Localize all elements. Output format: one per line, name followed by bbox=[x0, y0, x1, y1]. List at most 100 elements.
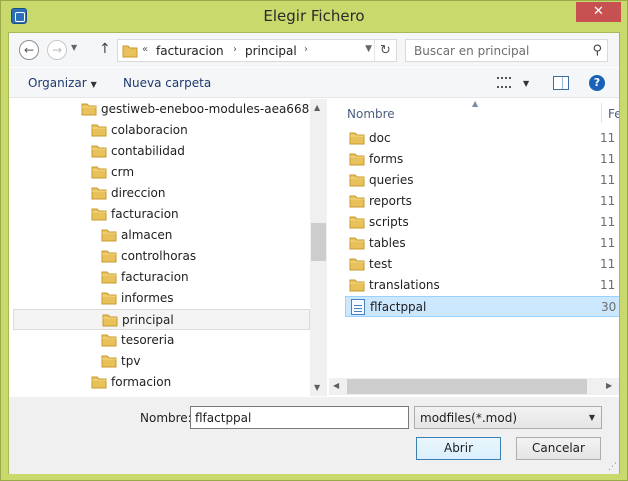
column-divider[interactable] bbox=[601, 103, 602, 123]
tree-item[interactable]: tesoreria bbox=[9, 330, 309, 351]
resize-grip-icon[interactable]: ⋰ bbox=[608, 462, 617, 472]
overflow-crumb[interactable]: « bbox=[142, 44, 148, 55]
file-date: 11 bbox=[600, 152, 616, 166]
folder-icon bbox=[101, 250, 117, 263]
list-item[interactable]: doc 11 bbox=[345, 128, 619, 149]
folder-icon bbox=[349, 195, 365, 208]
list-item[interactable]: flfactppal 30 bbox=[345, 296, 619, 317]
tree-item-label: direccion bbox=[111, 186, 166, 200]
help-icon[interactable]: ? bbox=[589, 75, 605, 91]
tree-item[interactable]: almacen bbox=[9, 225, 309, 246]
folder-icon bbox=[91, 124, 107, 137]
breadcrumb-principal[interactable]: principal bbox=[245, 44, 297, 58]
filename-field[interactable] bbox=[190, 406, 409, 429]
organize-label: Organizar bbox=[28, 76, 87, 90]
tree-item[interactable]: controlhoras bbox=[9, 246, 309, 267]
tree-item[interactable]: crm bbox=[9, 162, 309, 183]
search-input[interactable] bbox=[406, 40, 581, 61]
new-folder-button[interactable]: Nueva carpeta bbox=[123, 76, 211, 90]
command-toolbar: Organizar ▼ Nueva carpeta ▼ ? bbox=[9, 68, 619, 98]
tree-item-label: formacion bbox=[111, 375, 172, 389]
file-date: 11 bbox=[600, 278, 616, 292]
refresh-button[interactable]: ↻ bbox=[374, 40, 396, 61]
tree-item[interactable]: colaboracion bbox=[9, 120, 309, 141]
list-item[interactable]: scripts 11 bbox=[345, 212, 619, 233]
list-item[interactable]: reports 11 bbox=[345, 191, 619, 212]
scroll-down-arrow-icon[interactable]: ▼ bbox=[314, 383, 320, 392]
back-button[interactable]: ← bbox=[19, 40, 39, 60]
file-date: 11 bbox=[600, 236, 616, 250]
tree-item[interactable]: facturacion bbox=[9, 204, 309, 225]
cancel-button[interactable]: Cancelar bbox=[516, 437, 601, 460]
folder-icon bbox=[81, 103, 97, 116]
filename-label: Nombre: bbox=[140, 411, 192, 425]
list-item[interactable]: translations 11 bbox=[345, 275, 619, 296]
tree-item[interactable]: direccion bbox=[9, 183, 309, 204]
folder-icon bbox=[349, 153, 365, 166]
tree-item[interactable]: informes bbox=[9, 288, 309, 309]
file-date: 11 bbox=[600, 194, 616, 208]
file-date: 11 bbox=[600, 131, 616, 145]
dialog-body: ← → ▼ ↑ « facturacion › principal › ▼ ↻ … bbox=[8, 32, 620, 474]
file-list: ▲ Nombre Fe doc 11 forms 11 queries 11 reports… bbox=[329, 99, 619, 383]
tree-item-label: colaboracion bbox=[111, 123, 188, 137]
folder-icon bbox=[91, 376, 107, 389]
tree-item-label: controlhoras bbox=[121, 249, 197, 263]
tree-item[interactable]: contabilidad bbox=[9, 141, 309, 162]
file-date: 11 bbox=[600, 215, 616, 229]
address-dropdown-icon[interactable]: ▼ bbox=[365, 44, 372, 54]
open-button[interactable]: Abrir bbox=[416, 437, 501, 460]
tree-item-label: contabilidad bbox=[111, 144, 185, 158]
column-header-date[interactable]: Fe bbox=[608, 107, 619, 121]
tree-item-label: informes bbox=[121, 291, 174, 305]
dialog-window: Elegir Fichero ✕ ← → ▼ ↑ « facturacion ›… bbox=[0, 0, 628, 481]
list-item[interactable]: queries 11 bbox=[345, 170, 619, 191]
tree-item[interactable]: gestiweb-eneboo-modules-aea6681 bbox=[9, 99, 317, 120]
search-box[interactable]: ⚲ bbox=[405, 39, 608, 62]
file-date: 30 bbox=[601, 300, 617, 314]
view-dropdown-icon[interactable]: ▼ bbox=[523, 79, 529, 88]
list-item[interactable]: tables 11 bbox=[345, 233, 619, 254]
breadcrumb-facturacion[interactable]: facturacion bbox=[156, 44, 224, 58]
scroll-left-arrow-icon[interactable]: ◀ bbox=[333, 381, 339, 390]
file-name: translations bbox=[369, 278, 440, 292]
column-header-row: ▲ Nombre Fe bbox=[329, 99, 619, 123]
address-bar[interactable]: « facturacion › principal › ▼ ↻ bbox=[117, 39, 397, 62]
recent-locations-chevron-icon[interactable]: ▼ bbox=[71, 43, 77, 52]
tree-item[interactable]: principal bbox=[13, 309, 310, 330]
list-horizontal-scrollbar[interactable]: ◀ ▶ bbox=[329, 378, 619, 395]
navigation-tree: gestiweb-eneboo-modules-aea6681 colaborac… bbox=[9, 99, 327, 396]
folder-icon bbox=[101, 355, 117, 368]
chevron-down-icon: ▼ bbox=[588, 413, 595, 422]
column-header-name[interactable]: Nombre bbox=[347, 107, 395, 121]
tree-item[interactable]: tpv bbox=[9, 351, 309, 372]
breadcrumb-separator[interactable]: › bbox=[304, 44, 308, 55]
search-icon[interactable]: ⚲ bbox=[592, 43, 602, 58]
breadcrumb-separator[interactable]: › bbox=[233, 44, 237, 55]
view-options-icon[interactable] bbox=[497, 77, 511, 88]
folder-icon bbox=[349, 258, 365, 271]
scrollbar-thumb[interactable] bbox=[311, 223, 326, 261]
folder-icon bbox=[122, 45, 138, 58]
folder-icon bbox=[101, 271, 117, 284]
organize-menu[interactable]: Organizar ▼ bbox=[28, 76, 97, 90]
scroll-up-arrow-icon[interactable]: ▲ bbox=[314, 103, 320, 112]
tree-item[interactable]: formacion bbox=[9, 372, 309, 393]
forward-button[interactable]: → bbox=[47, 40, 67, 60]
folder-icon bbox=[349, 174, 365, 187]
close-button[interactable]: ✕ bbox=[576, 2, 621, 22]
tree-vertical-scrollbar[interactable]: ▲ ▼ bbox=[310, 99, 327, 396]
scroll-right-arrow-icon[interactable]: ▶ bbox=[606, 381, 612, 390]
tree-item-label: principal bbox=[122, 313, 174, 327]
up-button[interactable]: ↑ bbox=[99, 41, 111, 57]
tree-item[interactable]: facturacion bbox=[9, 267, 309, 288]
folder-icon bbox=[91, 208, 107, 221]
scrollbar-thumb[interactable] bbox=[347, 379, 587, 394]
list-item[interactable]: test 11 bbox=[345, 254, 619, 275]
file-type-select[interactable]: modfiles(*.mod) ▼ bbox=[414, 406, 602, 429]
file-name: test bbox=[369, 257, 393, 271]
list-item[interactable]: forms 11 bbox=[345, 149, 619, 170]
file-name: forms bbox=[369, 152, 404, 166]
title-bar[interactable]: Elegir Fichero ✕ bbox=[1, 1, 627, 32]
preview-pane-icon[interactable] bbox=[553, 76, 569, 90]
